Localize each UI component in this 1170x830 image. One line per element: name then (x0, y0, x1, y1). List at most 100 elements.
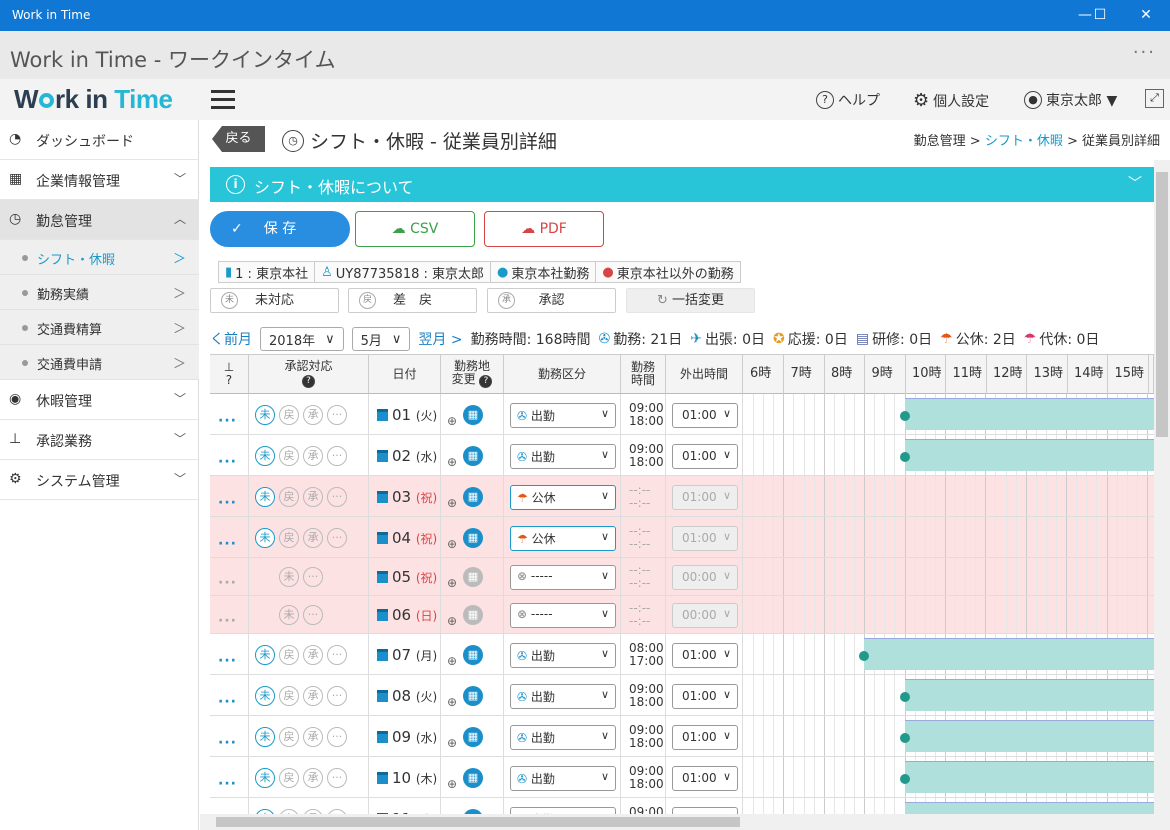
return-stamp-icon[interactable]: 戻 (279, 527, 299, 548)
return-stamp-icon[interactable]: 戻 (279, 486, 299, 507)
return-stamp-icon[interactable]: 戻 (279, 685, 299, 706)
pending-stamp-icon[interactable]: 未 (255, 644, 275, 665)
shift-start-handle[interactable] (899, 691, 910, 702)
pending-stamp-icon[interactable]: 未 (279, 567, 299, 587)
row-menu[interactable]: ··· (210, 757, 249, 797)
out-time-select[interactable]: 01:00∨ (672, 683, 738, 709)
location-cell[interactable]: ⊕▦ (441, 596, 504, 633)
month-select[interactable]: 5月 ∨ (351, 327, 411, 351)
timeline-cell[interactable] (743, 435, 1154, 475)
kubun-select[interactable]: ⊗ ----- ∨ (510, 565, 616, 590)
sidebar-item-vacation[interactable]: ◉ 休暇管理 ﹀ (0, 380, 199, 420)
pdf-button[interactable]: ☁ PDF (484, 211, 604, 247)
location-cell[interactable]: ⊕▦ (441, 716, 504, 756)
save-button[interactable]: ✓ 保 存 (210, 211, 350, 247)
pending-stamp-icon[interactable]: 未 (255, 404, 275, 425)
back-button[interactable]: 戻る (212, 126, 265, 152)
sidebar-item-approval[interactable]: ⊥ 承認業務 ﹀ (0, 420, 199, 460)
location-cell[interactable]: ⊕▦ (441, 634, 504, 674)
row-menu[interactable]: ··· (210, 517, 249, 557)
approve-stamp-icon[interactable]: 承 (303, 445, 323, 466)
out-time-select[interactable]: 01:00∨ (672, 724, 738, 750)
row-menu[interactable]: ··· (210, 716, 249, 756)
sidebar-subitem-shift[interactable]: シフト・休暇＞ (0, 240, 199, 275)
sidebar-item-company[interactable]: ▦ 企業情報管理 ﹀ (0, 160, 199, 200)
row-menu[interactable]: ··· (210, 476, 249, 516)
pending-button[interactable]: 未未対応 (210, 288, 339, 313)
approve-stamp-icon[interactable]: 承 (303, 644, 323, 665)
shift-start-handle[interactable] (899, 732, 910, 743)
vertical-scrollbar[interactable] (1154, 160, 1170, 830)
approve-stamp-icon[interactable]: 承 (303, 486, 323, 507)
next-month-link[interactable]: 翌月 > (418, 329, 462, 349)
location-cell[interactable]: ⊕▦ (441, 558, 504, 595)
more-menu-button[interactable]: ··· (1133, 42, 1156, 63)
location-cell[interactable]: ⊕▦ (441, 517, 504, 557)
pending-stamp-icon[interactable]: 未 (279, 605, 299, 625)
row-menu[interactable]: ··· (210, 394, 249, 434)
breadcrumb-shift[interactable]: シフト・休暇 (985, 134, 1063, 149)
out-time-select[interactable]: 01:00∨ (672, 402, 738, 428)
timeline-cell[interactable] (743, 596, 1154, 633)
shift-bar[interactable] (899, 761, 1154, 793)
out-time-select[interactable]: 01:00∨ (672, 484, 738, 510)
sidebar-item-system[interactable]: ⚙ システム管理 ﹀ (0, 460, 199, 500)
shift-start-handle[interactable] (859, 650, 869, 661)
row-menu[interactable]: ··· (210, 675, 249, 715)
kubun-select[interactable]: ☂ 公休 ∨ (510, 484, 616, 510)
comment-icon[interactable]: ··· (303, 605, 323, 625)
kubun-select[interactable]: ✇ 出勤∨ (510, 683, 616, 709)
user-menu[interactable]: ● 東京太郎 ▼ (1024, 90, 1117, 110)
return-stamp-icon[interactable]: 戻 (279, 404, 299, 425)
kubun-select[interactable]: ✇ 出勤∨ (510, 443, 616, 469)
fullscreen-icon[interactable]: ⤢ (1145, 89, 1164, 108)
timeline-cell[interactable] (743, 757, 1154, 797)
bulk-change-button[interactable]: ↻ 一括変更 (626, 288, 755, 313)
out-time-select[interactable]: 01:00∨ (672, 642, 738, 668)
shift-start-handle[interactable] (899, 451, 910, 462)
menu-toggle-button[interactable] (211, 90, 235, 114)
scrollbar-thumb[interactable] (1156, 172, 1168, 437)
location-cell[interactable]: ⊕▦ (441, 394, 504, 434)
settings-button[interactable]: ⚙ 個人設定 (913, 90, 989, 111)
return-stamp-icon[interactable]: 戻 (279, 445, 299, 466)
pending-stamp-icon[interactable]: 未 (255, 767, 275, 788)
kubun-select[interactable]: ⊗ ----- ∨ (510, 603, 616, 628)
shift-bar[interactable] (899, 439, 1154, 471)
row-menu[interactable]: ··· (210, 558, 249, 595)
prev-month-link[interactable]: く前月 (210, 329, 252, 349)
timeline-cell[interactable] (743, 716, 1154, 756)
shift-bar[interactable] (899, 398, 1154, 430)
row-menu[interactable]: ··· (210, 634, 249, 674)
year-select[interactable]: 2018年 ∨ (260, 327, 344, 351)
comment-icon[interactable]: ··· (327, 767, 347, 788)
pending-stamp-icon[interactable]: 未 (255, 685, 275, 706)
location-cell[interactable]: ⊕▦ (441, 757, 504, 797)
kubun-select[interactable]: ✇ 出勤∨ (510, 765, 616, 791)
help-button[interactable]: ? ヘルプ (816, 90, 880, 110)
comment-icon[interactable]: ··· (327, 404, 347, 425)
shift-bar[interactable] (859, 638, 1154, 670)
horizontal-scrollbar[interactable] (200, 814, 1154, 830)
approve-stamp-icon[interactable]: 承 (303, 726, 323, 747)
pending-stamp-icon[interactable]: 未 (255, 486, 275, 507)
comment-icon[interactable]: ··· (327, 685, 347, 706)
kubun-select[interactable]: ✇ 出勤∨ (510, 724, 616, 750)
pending-stamp-icon[interactable]: 未 (255, 726, 275, 747)
comment-icon[interactable]: ··· (327, 726, 347, 747)
out-time-select[interactable]: 00:00 ∨ (672, 565, 738, 590)
approve-stamp-icon[interactable]: 承 (303, 527, 323, 548)
out-time-select[interactable]: 01:00∨ (672, 765, 738, 791)
csv-button[interactable]: ☁ CSV (355, 211, 475, 247)
maximize-button[interactable]: ☐ (1085, 4, 1115, 26)
out-time-select[interactable]: 00:00 ∨ (672, 603, 738, 628)
pending-stamp-icon[interactable]: 未 (255, 527, 275, 548)
kubun-select[interactable]: ✇ 出勤∨ (510, 402, 616, 428)
return-stamp-icon[interactable]: 戻 (279, 726, 299, 747)
kubun-select[interactable]: ☂ 公休 ∨ (510, 525, 616, 551)
breadcrumb-attendance[interactable]: 勤怠管理 > (914, 134, 981, 149)
comment-icon[interactable]: ··· (327, 644, 347, 665)
return-stamp-icon[interactable]: 戻 (279, 644, 299, 665)
comment-icon[interactable]: ··· (303, 567, 323, 587)
approve-stamp-icon[interactable]: 承 (303, 404, 323, 425)
